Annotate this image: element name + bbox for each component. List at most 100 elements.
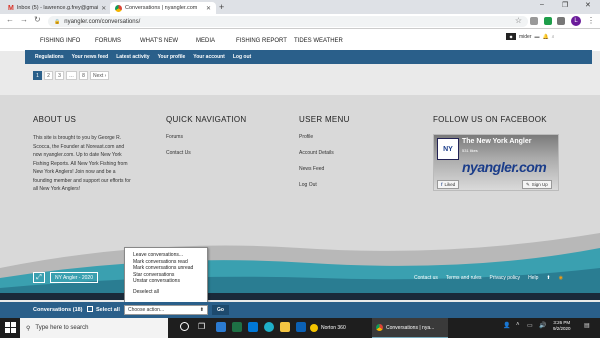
close-window-button[interactable]: ✕ <box>585 1 591 9</box>
url-text: nyangler.com/conversations/ <box>64 18 141 25</box>
page-1[interactable]: 1 <box>33 71 42 80</box>
network-icon[interactable]: ▭ <box>527 322 533 329</box>
nyangler-wordmark: nyangler.com <box>462 159 547 175</box>
signup-label: Sign Up <box>531 182 548 187</box>
excel-icon[interactable] <box>232 322 242 332</box>
subnav-latest-activity[interactable]: Latest activity <box>116 54 149 60</box>
back-icon[interactable]: ← <box>6 15 14 24</box>
menu-kebab-icon[interactable]: ⋮ <box>587 16 595 25</box>
notifications-icon[interactable]: ▤ <box>584 322 590 329</box>
link-forums[interactable]: Forums <box>166 134 247 140</box>
taskbar-app-chrome[interactable]: Conversations | nya... <box>372 318 448 338</box>
tray-chevron-icon[interactable]: ˄ <box>516 322 520 328</box>
about-title: ABOUT US <box>33 115 77 124</box>
expand-icon[interactable]: ⤢ <box>33 272 45 283</box>
user-avatar[interactable]: ◆ <box>506 33 516 40</box>
subnav-profile[interactable]: Your profile <box>158 54 186 60</box>
chevron-down-icon: ⬍ <box>199 307 204 313</box>
link-news-feed[interactable]: News Feed <box>299 166 350 172</box>
select-all-label[interactable]: Select all <box>96 307 120 313</box>
nav-whats-new[interactable]: WHAT'S NEW <box>140 38 178 44</box>
taskbar-clock[interactable]: 3:26 PM 9/2/2020 <box>553 320 571 332</box>
menu-deselect-all[interactable]: Deselect all <box>133 289 207 296</box>
inbox-icon[interactable]: ▬ <box>535 34 540 40</box>
footer-terms[interactable]: Terms and rules <box>446 275 482 281</box>
clock-date: 9/2/2020 <box>553 326 571 331</box>
people-icon[interactable]: 👤 <box>503 322 510 329</box>
maximize-button[interactable]: ❐ <box>562 1 568 9</box>
action-select-value: Choose action... <box>128 307 165 313</box>
reload-icon[interactable]: ↻ <box>34 15 41 24</box>
subnav-log-out[interactable]: Log out <box>233 54 251 60</box>
bookmark-star-icon[interactable]: ☆ <box>515 16 522 25</box>
nav-fishing-info[interactable]: FISHING INFO <box>40 38 80 44</box>
footer-privacy[interactable]: Privacy policy <box>489 275 520 281</box>
pagination: 1 2 3 … 8 Next › <box>33 71 110 80</box>
user-menu-section: USER MENU Profile Account Details News F… <box>299 115 350 198</box>
nav-media[interactable]: MEDIA <box>196 38 215 44</box>
page-next[interactable]: Next › <box>90 71 110 80</box>
taskbar-app-norton[interactable]: Norton 360 <box>306 318 370 338</box>
new-tab-button[interactable]: + <box>219 2 224 12</box>
action-select[interactable]: Choose action... ⬍ <box>124 305 208 315</box>
extensions-puzzle-icon[interactable] <box>557 17 565 25</box>
task-view-icon[interactable]: ❐ <box>198 322 205 331</box>
page-ellipsis[interactable]: … <box>66 71 77 80</box>
volume-icon[interactable]: 🔊 <box>539 322 546 329</box>
quick-nav-section: QUICK NAVIGATION Forums Contact Us <box>166 115 247 166</box>
tab-conversations[interactable]: Conversations | nyangler.com ✕ <box>110 2 216 14</box>
extension-check-icon[interactable] <box>544 17 552 25</box>
tab-title: Conversations | nyangler.com <box>125 5 198 11</box>
style-badge[interactable]: NY Angler - 2020 <box>50 272 98 283</box>
subnav-regulations[interactable]: Regulations <box>35 54 64 60</box>
page-2[interactable]: 2 <box>44 71 53 80</box>
subnav-news-feed[interactable]: Your news feed <box>72 54 109 60</box>
username[interactable]: mider <box>519 34 532 40</box>
footer-bottom-strip <box>0 293 600 300</box>
link-log-out[interactable]: Log Out <box>299 182 350 188</box>
subnav-account[interactable]: Your account <box>193 54 225 60</box>
search-icon[interactable]: ⌕ <box>552 34 555 40</box>
url-input[interactable]: 🔒 nyangler.com/conversations/ <box>48 16 528 27</box>
word-icon[interactable] <box>216 322 226 332</box>
rss-icon[interactable]: ◉ <box>559 275 563 281</box>
extension-icon[interactable] <box>530 17 538 25</box>
profile-avatar[interactable]: L <box>571 16 581 26</box>
page-8[interactable]: 8 <box>79 71 88 80</box>
taskbar-search-input[interactable]: ⚲ Type here to search <box>20 318 168 338</box>
file-explorer-icon[interactable] <box>280 322 290 332</box>
forward-icon[interactable]: → <box>20 15 28 24</box>
cortana-icon[interactable] <box>180 322 189 331</box>
facebook-page-name[interactable]: The New York Angler <box>462 138 532 145</box>
taskbar-search-placeholder: Type here to search <box>35 325 89 331</box>
arrow-up-icon[interactable]: ⬆ <box>546 275 550 281</box>
chrome-icon <box>376 324 383 331</box>
nav-tides-weather[interactable]: TIDES WEATHER <box>294 38 343 44</box>
about-section: ABOUT US This site is brought to you by … <box>33 115 133 194</box>
facebook-icon: f <box>441 182 443 187</box>
edge-icon[interactable] <box>264 322 274 332</box>
link-contact-us[interactable]: Contact Us <box>166 150 247 156</box>
signup-button[interactable]: ✎ Sign Up <box>522 180 552 189</box>
select-all-checkbox[interactable] <box>87 306 93 312</box>
lock-icon: 🔒 <box>54 18 61 25</box>
tab-gmail[interactable]: M Inbox (5) - lawrence.g.frey@gmai ✕ <box>3 2 108 14</box>
liked-button[interactable]: f Liked <box>437 180 460 189</box>
bell-icon[interactable]: 🔔 <box>543 34 549 40</box>
footer-contact-us[interactable]: Contact us <box>414 275 438 281</box>
footer-help[interactable]: Help <box>528 275 538 281</box>
go-button[interactable]: Go <box>212 305 229 315</box>
nav-forums[interactable]: FORUMS <box>95 38 121 44</box>
facebook-page-widget[interactable]: NY The New York Angler 531 likes nyangle… <box>433 134 559 191</box>
minimize-button[interactable]: – <box>540 1 544 8</box>
link-profile[interactable]: Profile <box>299 134 350 140</box>
mail-icon[interactable] <box>296 322 306 332</box>
store-icon[interactable] <box>248 322 258 332</box>
nav-fishing-report[interactable]: FISHING REPORT <box>236 38 287 44</box>
page-3[interactable]: 3 <box>55 71 64 80</box>
about-text: This site is brought to you by George R.… <box>33 135 131 192</box>
link-account-details[interactable]: Account Details <box>299 150 350 156</box>
windows-start-icon[interactable] <box>5 322 16 333</box>
close-icon[interactable]: ✕ <box>101 5 106 12</box>
close-icon[interactable]: ✕ <box>206 5 211 12</box>
